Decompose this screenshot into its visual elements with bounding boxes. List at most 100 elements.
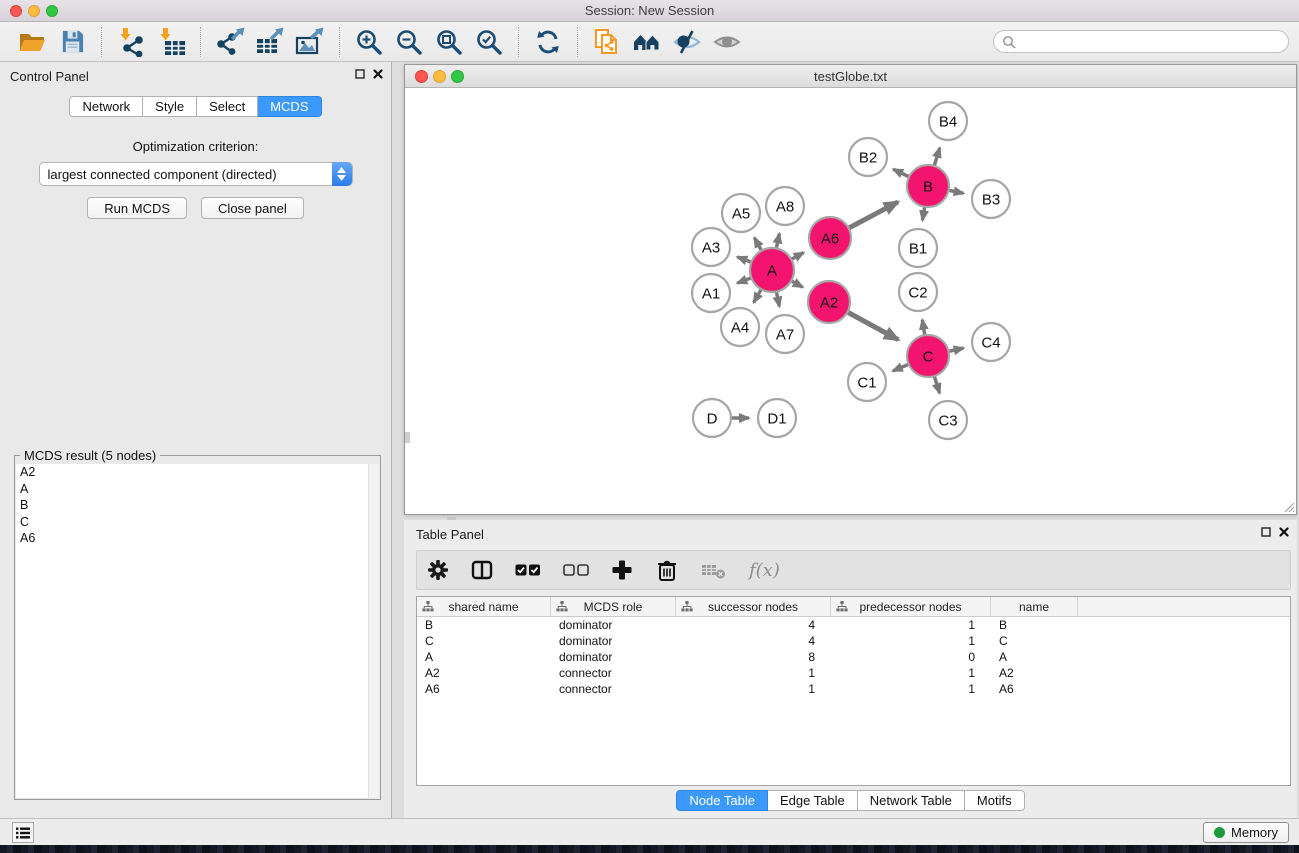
zoom-selected-button[interactable] [472,26,506,58]
column-header-shared-name[interactable]: shared name [417,597,551,616]
graph-node-d[interactable]: D [693,399,731,437]
task-history-button[interactable] [12,822,34,843]
search-input[interactable] [1016,32,1288,51]
result-item-a2[interactable]: A2 [16,464,379,481]
column-header-mcds-role[interactable]: MCDS role [551,597,676,616]
cell-shared-name[interactable]: A2 [417,666,551,680]
result-scrollbar[interactable] [368,464,379,798]
cell-successor-nodes[interactable]: 1 [676,666,831,680]
network-minimize-button[interactable] [433,70,446,83]
zoom-out-button[interactable] [392,26,426,58]
tab-node-table[interactable]: Node Table [676,790,768,811]
export-table-button[interactable] [253,26,287,58]
memory-button[interactable]: Memory [1203,822,1289,843]
apply-layout-button[interactable] [531,26,565,58]
graph-node-a1[interactable]: A1 [692,274,730,312]
import-network-button[interactable] [114,26,148,58]
cell-predecessor-nodes[interactable]: 1 [831,666,991,680]
table-row-b[interactable]: Bdominator41B [417,617,1290,633]
graph-node-a2[interactable]: A2 [808,281,850,323]
graph-node-b[interactable]: B [907,165,949,207]
node-table[interactable]: shared nameMCDS rolesuccessor nodesprede… [416,596,1291,786]
graph-node-c1[interactable]: C1 [848,363,886,401]
network-close-button[interactable] [415,70,428,83]
cell-name[interactable]: A [991,650,1078,664]
tab-network-table[interactable]: Network Table [858,790,965,811]
cell-predecessor-nodes[interactable]: 1 [831,618,991,632]
result-item-c[interactable]: C [16,514,379,531]
tab-style[interactable]: Style [143,96,197,117]
graph-node-b4[interactable]: B4 [929,102,967,140]
show-columns-button[interactable] [471,559,493,581]
add-column-button[interactable] [611,559,633,581]
graph-node-a8[interactable]: A8 [766,187,804,225]
tab-select[interactable]: Select [197,96,258,117]
graph-node-c[interactable]: C [907,335,949,377]
close-panel-icon[interactable] [373,69,383,79]
float-panel-icon[interactable] [1261,527,1271,537]
show-all-button[interactable] [710,26,744,58]
cell-predecessor-nodes[interactable]: 1 [831,682,991,696]
cell-name[interactable]: B [991,618,1078,632]
cell-mcds-role[interactable]: dominator [551,634,676,648]
cell-mcds-role[interactable]: connector [551,682,676,696]
cell-shared-name[interactable]: C [417,634,551,648]
network-canvas[interactable]: B4B2BB3A8A5A6A3B1AA1C2A2A4A7C4CC1C3DD1 [405,88,1296,514]
graph-node-a[interactable]: A [750,248,794,292]
table-row-a[interactable]: Adominator80A [417,649,1290,665]
deselect-all-button[interactable] [563,563,589,577]
column-header-predecessor-nodes[interactable]: predecessor nodes [831,597,991,616]
select-all-button[interactable] [515,563,541,577]
graph-node-c4[interactable]: C4 [972,323,1010,361]
hide-selected-button[interactable] [670,26,704,58]
import-table-button[interactable] [154,26,188,58]
export-image-button[interactable] [293,26,327,58]
save-session-button[interactable] [55,26,89,58]
graph-node-b3[interactable]: B3 [972,180,1010,218]
graph-node-b2[interactable]: B2 [849,138,887,176]
cell-mcds-role[interactable]: connector [551,666,676,680]
criterion-dropdown[interactable]: largest connected component (directed) [39,162,353,186]
graph-node-c2[interactable]: C2 [899,273,937,311]
close-panel-icon[interactable] [1279,527,1289,537]
delete-column-button[interactable] [655,558,679,582]
open-session-button[interactable] [15,26,49,58]
graph-node-a6[interactable]: A6 [809,217,851,259]
network-maximize-button[interactable] [451,70,464,83]
column-header-name[interactable]: name [991,597,1078,616]
cell-name[interactable]: A2 [991,666,1078,680]
cell-shared-name[interactable]: A6 [417,682,551,696]
mcds-result-list[interactable]: A2ABCA6 [16,464,379,798]
result-item-b[interactable]: B [16,497,379,514]
export-network-button[interactable] [213,26,247,58]
graph-node-b1[interactable]: B1 [899,229,937,267]
cell-successor-nodes[interactable]: 4 [676,634,831,648]
table-settings-button[interactable] [427,559,449,581]
column-header-successor-nodes[interactable]: successor nodes [676,597,831,616]
search-field[interactable] [993,30,1289,53]
graph-node-a5[interactable]: A5 [722,194,760,232]
cell-mcds-role[interactable]: dominator [551,650,676,664]
table-row-a2[interactable]: A2connector11A2 [417,665,1290,681]
graph-node-a3[interactable]: A3 [692,228,730,266]
run-mcds-button[interactable]: Run MCDS [87,197,187,219]
tab-edge-table[interactable]: Edge Table [768,790,858,811]
close-panel-button[interactable]: Close panel [201,197,304,219]
zoom-fit-button[interactable] [432,26,466,58]
cell-successor-nodes[interactable]: 8 [676,650,831,664]
cell-successor-nodes[interactable]: 4 [676,618,831,632]
tab-motifs[interactable]: Motifs [965,790,1025,811]
first-neighbors-button[interactable] [630,26,664,58]
float-panel-icon[interactable] [355,69,365,79]
cell-mcds-role[interactable]: dominator [551,618,676,632]
cell-predecessor-nodes[interactable]: 0 [831,650,991,664]
cell-shared-name[interactable]: B [417,618,551,632]
zoom-in-button[interactable] [352,26,386,58]
result-item-a6[interactable]: A6 [16,530,379,547]
table-row-a6[interactable]: A6connector11A6 [417,681,1290,697]
cell-name[interactable]: C [991,634,1078,648]
window-resize-grip[interactable] [1282,500,1295,513]
graph-node-a4[interactable]: A4 [721,308,759,346]
new-network-from-selection-button[interactable] [590,26,624,58]
cell-successor-nodes[interactable]: 1 [676,682,831,696]
